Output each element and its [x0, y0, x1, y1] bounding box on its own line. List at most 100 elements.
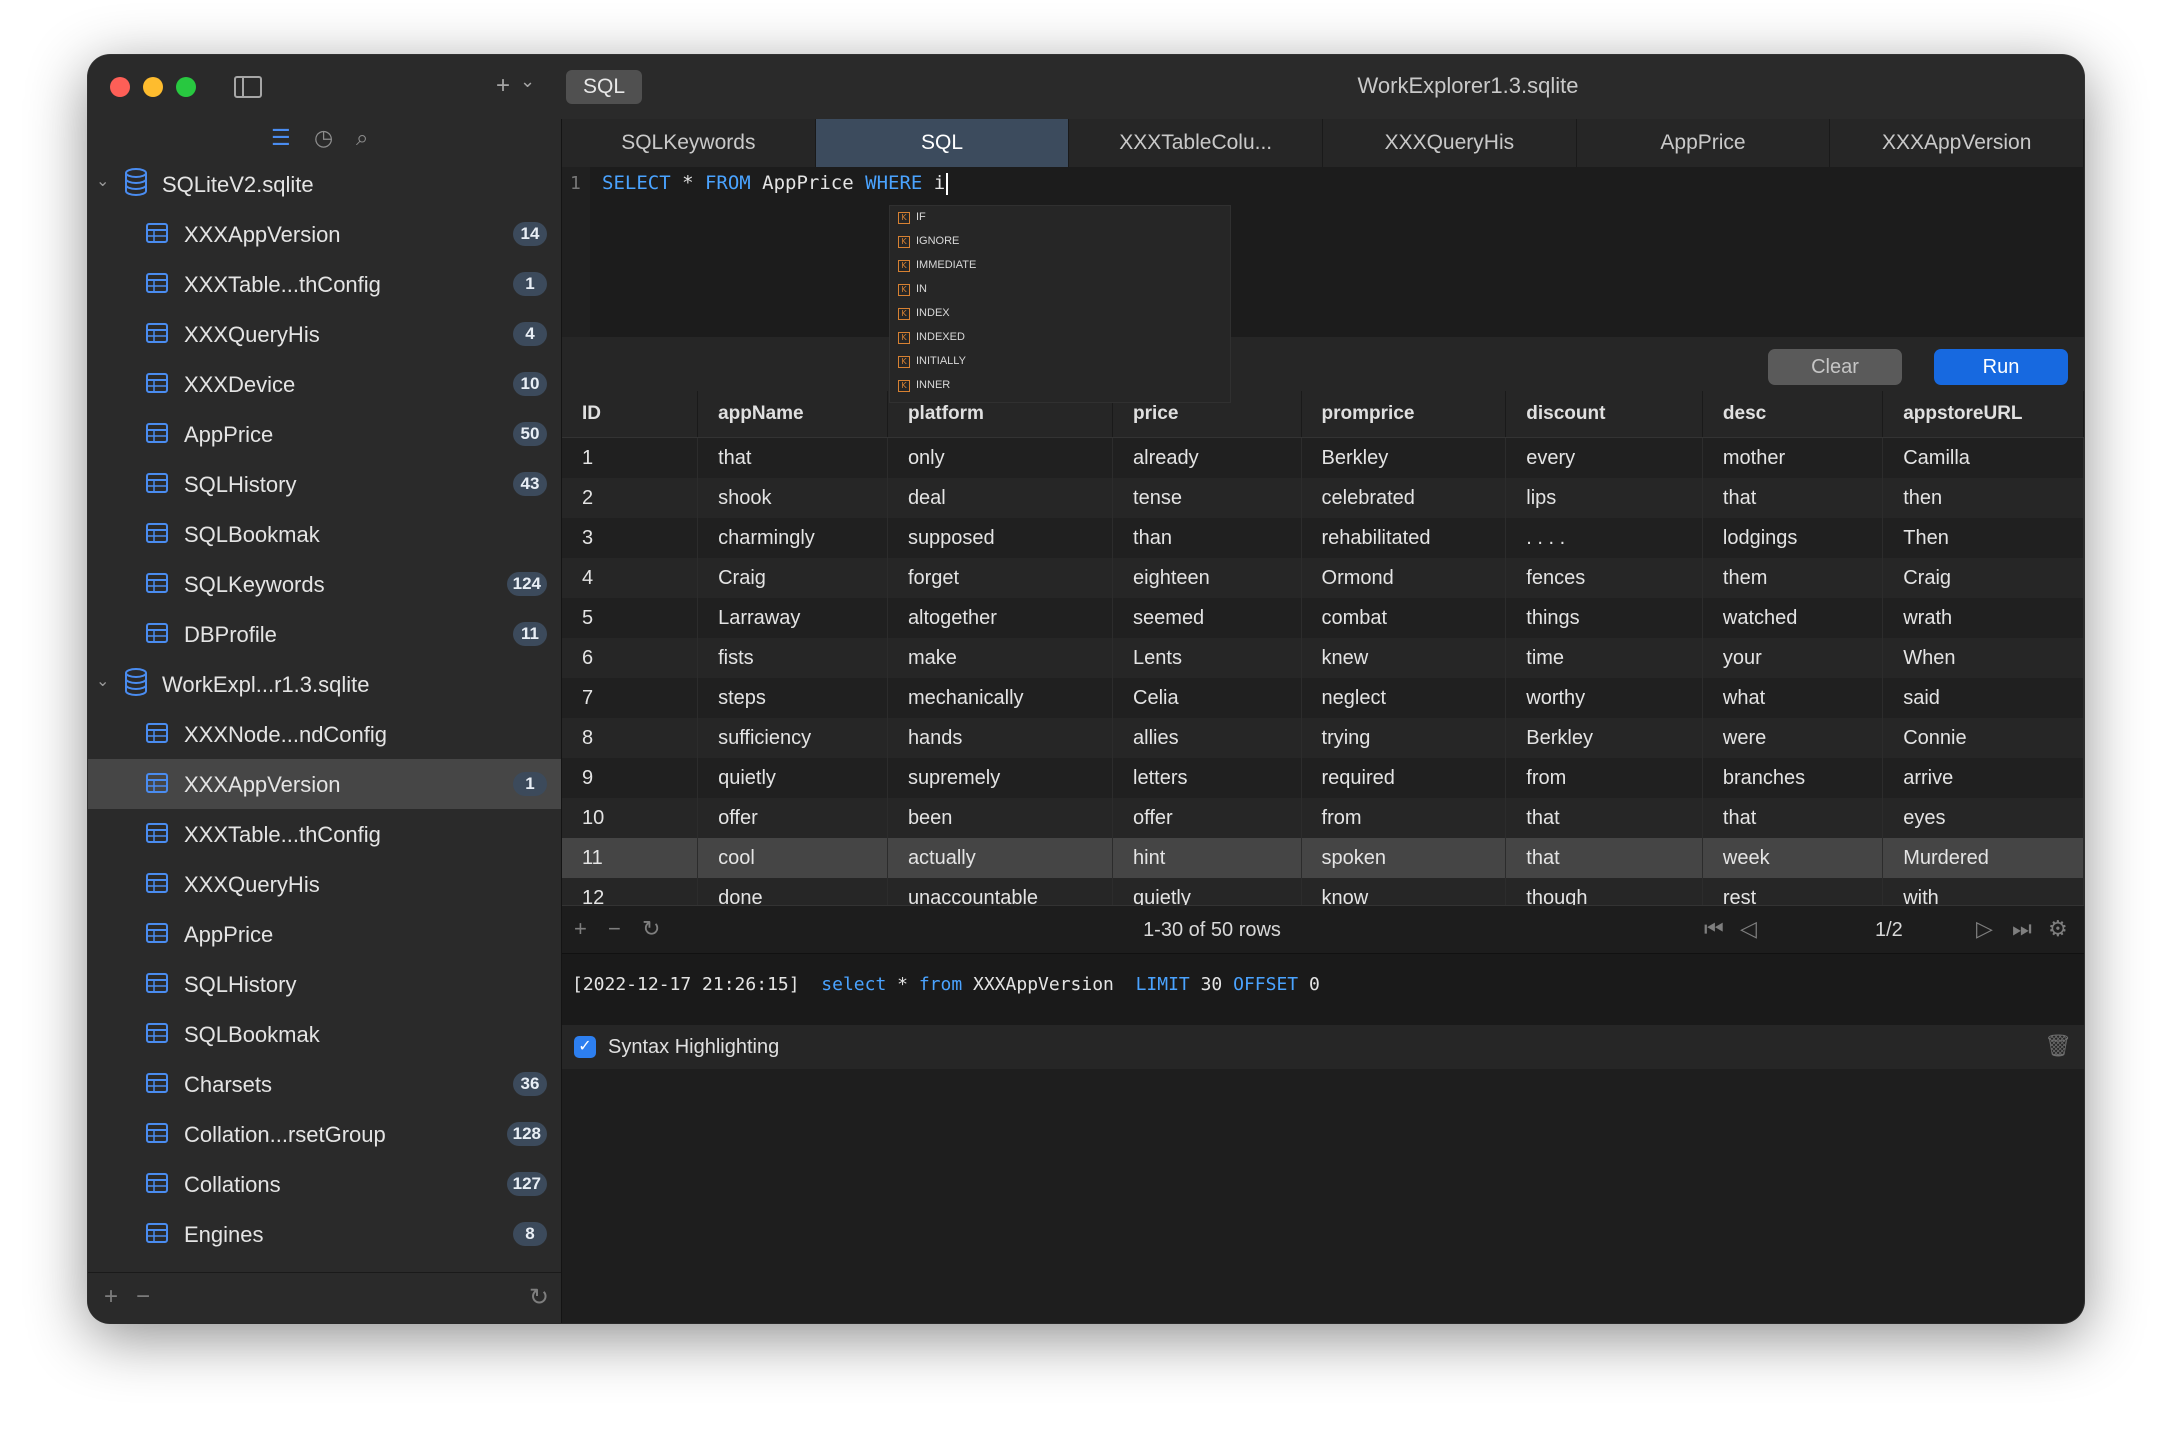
add-connection-icon[interactable]: +	[496, 72, 510, 100]
table-cell[interactable]: 10	[562, 798, 699, 838]
table-node[interactable]: XXXDevice 10	[88, 359, 561, 409]
table-cell[interactable]: charmingly	[697, 518, 888, 558]
table-cell[interactable]: quietly	[1112, 878, 1302, 905]
table-cell[interactable]: actually	[887, 838, 1114, 878]
table-cell[interactable]: Berkley	[1301, 437, 1507, 478]
table-node[interactable]: DBProfile 11	[88, 609, 561, 659]
table-cell[interactable]: 1	[562, 437, 699, 478]
syntax-highlighting-checkbox[interactable]: ✓	[574, 1036, 596, 1058]
table-cell[interactable]: Then	[1882, 518, 2084, 558]
table-node[interactable]: XXXQueryHis	[88, 859, 561, 909]
table-cell[interactable]: been	[887, 798, 1114, 838]
table-node[interactable]: XXXQueryHis 4	[88, 309, 561, 359]
table-cell[interactable]: hint	[1112, 838, 1302, 878]
table-cell[interactable]: eighteen	[1112, 558, 1302, 598]
results-grid[interactable]: ID appName platform price promprice discount d…	[562, 391, 2084, 905]
last-page-icon[interactable]: ⏭	[2012, 916, 2032, 942]
autocomplete-item[interactable]: K INDEXED	[890, 326, 1230, 350]
sql-code-line[interactable]: SELECT * FROM AppPrice WHERE i	[602, 172, 949, 195]
table-cell[interactable]: branches	[1702, 758, 1884, 798]
table-cell[interactable]: supposed	[887, 518, 1114, 558]
remove-row-icon[interactable]: −	[608, 916, 621, 942]
minimize-window-button[interactable]	[143, 77, 163, 97]
table-node[interactable]: XXXNode...ndConfig	[88, 709, 561, 759]
table-cell[interactable]: that	[1702, 478, 1884, 518]
table-cell[interactable]: allies	[1112, 718, 1302, 758]
table-cell[interactable]: already	[1112, 437, 1302, 478]
table-cell[interactable]: forget	[887, 558, 1114, 598]
table-node[interactable]: Collation...rsetGroup 128	[88, 1109, 561, 1159]
table-row[interactable]: 10 offer been offer from that that eyes	[562, 798, 2084, 838]
tab-appprice[interactable]: AppPrice	[1577, 119, 1831, 167]
table-cell[interactable]: that	[1505, 838, 1703, 878]
table-cell[interactable]: then	[1882, 478, 2084, 518]
refresh-icon[interactable]: ↻	[529, 1283, 549, 1312]
table-cell[interactable]: deal	[887, 478, 1114, 518]
table-cell[interactable]: that	[1505, 798, 1703, 838]
clear-button[interactable]: Clear	[1768, 349, 1902, 385]
chevron-down-icon[interactable]: ⌄	[520, 71, 535, 92]
table-cell[interactable]: week	[1702, 838, 1884, 878]
table-cell[interactable]: eyes	[1882, 798, 2084, 838]
table-cell[interactable]: Celia	[1112, 678, 1302, 718]
table-cell[interactable]: know	[1301, 878, 1507, 905]
table-row[interactable]: 12 done unaccountable quietly know though rest…	[562, 878, 2084, 905]
table-row[interactable]: 9 quietly supremely letters required from bran…	[562, 758, 2084, 798]
table-cell[interactable]: shook	[697, 478, 888, 518]
table-cell[interactable]: letters	[1112, 758, 1302, 798]
tab-xxxappversion[interactable]: XXXAppVersion	[1830, 119, 2084, 167]
table-cell[interactable]: things	[1505, 598, 1703, 638]
run-button[interactable]: Run	[1934, 349, 2068, 385]
table-cell[interactable]: Craig	[697, 558, 888, 598]
table-cell[interactable]: that	[697, 437, 888, 478]
sql-editor[interactable]: 1 SELECT * FROM AppPrice WHERE i K IF K IGN…	[562, 167, 2084, 403]
maximize-window-button[interactable]	[176, 77, 196, 97]
table-cell[interactable]: Berkley	[1505, 718, 1703, 758]
column-header[interactable]: appstoreURL	[1882, 391, 2084, 438]
sidebar-toggle-icon[interactable]	[234, 76, 262, 98]
column-header[interactable]: discount	[1505, 391, 1703, 438]
previous-page-icon[interactable]: ◁	[1740, 916, 1757, 942]
table-cell[interactable]: hands	[887, 718, 1114, 758]
table-node[interactable]: Charsets 36	[88, 1059, 561, 1109]
table-cell[interactable]: offer	[697, 798, 888, 838]
table-cell[interactable]: mother	[1702, 437, 1884, 478]
table-cell[interactable]: though	[1505, 878, 1703, 905]
table-cell[interactable]: trying	[1301, 718, 1507, 758]
table-cell[interactable]: with	[1882, 878, 2084, 905]
table-row[interactable]: 1 that only already Berkley every mother Camill…	[562, 437, 2084, 478]
table-cell[interactable]: quietly	[697, 758, 888, 798]
table-node[interactable]: Engines 8	[88, 1209, 561, 1259]
add-row-icon[interactable]: +	[574, 916, 587, 942]
table-node[interactable]: XXXTable...thConfig	[88, 809, 561, 859]
column-header[interactable]: desc	[1702, 391, 1884, 438]
autocomplete-item[interactable]: K IN	[890, 278, 1230, 302]
table-cell[interactable]: watched	[1702, 598, 1884, 638]
table-row[interactable]: 8 sufficiency hands allies trying Berkley were…	[562, 718, 2084, 758]
table-cell[interactable]: worthy	[1505, 678, 1703, 718]
table-cell[interactable]: steps	[697, 678, 888, 718]
list-icon[interactable]: ☰	[271, 125, 291, 151]
autocomplete-item[interactable]: K INITIALLY	[890, 350, 1230, 374]
table-cell[interactable]: 4	[562, 558, 699, 598]
table-node[interactable]: XXXTable...thConfig 1	[88, 259, 561, 309]
table-node[interactable]: Postgre SQLCharSets40	[88, 1259, 561, 1273]
table-cell[interactable]: Murdered	[1882, 838, 2084, 878]
table-cell[interactable]: lodgings	[1702, 518, 1884, 558]
tab-xxxqueryhis[interactable]: XXXQueryHis	[1323, 119, 1577, 167]
table-cell[interactable]: what	[1702, 678, 1884, 718]
table-node[interactable]: XXXAppVersion 14	[88, 209, 561, 259]
table-cell[interactable]: offer	[1112, 798, 1302, 838]
remove-icon[interactable]: −	[136, 1283, 150, 1311]
autocomplete-item[interactable]: K INNER	[890, 374, 1230, 398]
autocomplete-item[interactable]: K INDEX	[890, 302, 1230, 326]
table-cell[interactable]: Ormond	[1301, 558, 1507, 598]
table-node[interactable]: SQLKeywords 124	[88, 559, 561, 609]
first-page-icon[interactable]: ⏮	[1704, 916, 1724, 942]
table-cell[interactable]: them	[1702, 558, 1884, 598]
trash-icon[interactable]: 🗑	[2044, 1033, 2072, 1059]
table-cell[interactable]: mechanically	[887, 678, 1114, 718]
sql-mode-button[interactable]: SQL	[566, 70, 642, 104]
table-cell[interactable]: lips	[1505, 478, 1703, 518]
table-node[interactable]: AppPrice 50	[88, 409, 561, 459]
